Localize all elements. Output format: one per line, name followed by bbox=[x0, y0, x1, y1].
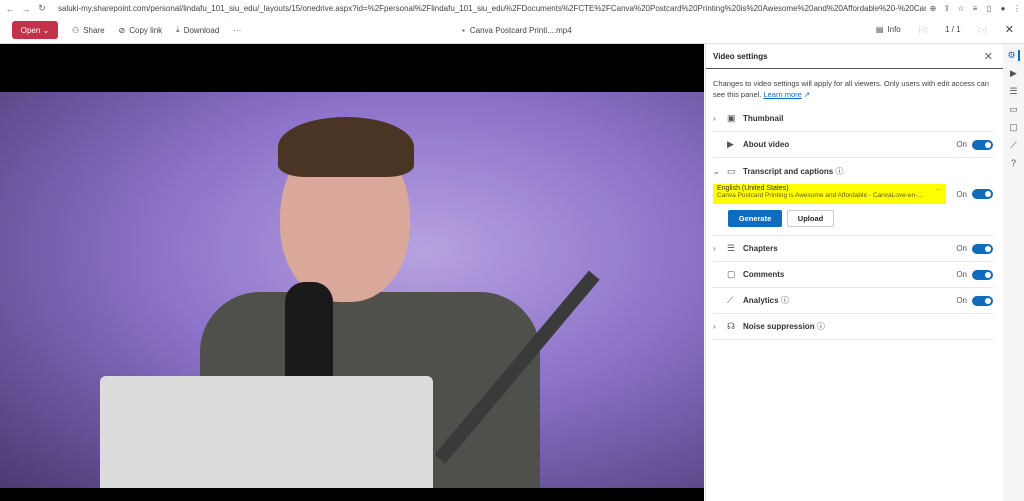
comment-icon: ▢ bbox=[727, 269, 736, 279]
chevron-right-icon: › bbox=[713, 114, 716, 123]
link-icon: ⊘ bbox=[118, 25, 126, 35]
noise-suppression-row[interactable]: › ☊ Noise suppression ⓘ bbox=[713, 314, 993, 340]
more-options-icon[interactable]: ··· bbox=[936, 186, 943, 193]
chevron-down-icon: ⌄ bbox=[713, 166, 720, 176]
captions-rail-icon[interactable]: ▭ bbox=[1009, 104, 1018, 115]
viewer-toolbar: Open ⌄ ⚇ Share ⊘ Copy link ⤓ Download ··· ▪… bbox=[0, 17, 1024, 44]
menu-icon[interactable]: ⋮ bbox=[1010, 4, 1024, 13]
chapters-rail-icon[interactable]: ☰ bbox=[1009, 86, 1017, 97]
video-file-icon: ▪ bbox=[462, 26, 465, 35]
info-icon: ▤ bbox=[875, 25, 884, 34]
reload-icon[interactable]: ↻ bbox=[36, 3, 48, 14]
next-icon[interactable]: ▷| bbox=[979, 25, 987, 34]
back-icon[interactable]: ← bbox=[4, 4, 16, 14]
extension-icon[interactable]: ⊕ bbox=[926, 4, 940, 13]
captions-icon: ▭ bbox=[727, 165, 736, 176]
download-icon: ⤓ bbox=[176, 25, 180, 34]
analytics-toggle[interactable] bbox=[972, 295, 993, 306]
image-icon: ▣ bbox=[727, 113, 736, 123]
captions-toggle[interactable] bbox=[972, 189, 993, 199]
about-video-row: ▶ About video On bbox=[713, 132, 993, 158]
page-counter: 1 / 1 bbox=[944, 25, 961, 34]
previous-icon[interactable]: |◁ bbox=[919, 25, 927, 34]
info-icon: ⓘ bbox=[780, 296, 789, 305]
play-rail-icon[interactable]: ▶ bbox=[1010, 68, 1017, 79]
generate-button[interactable]: Generate bbox=[728, 210, 782, 227]
video-frame bbox=[0, 92, 704, 488]
browser-address-bar: ← → ↻ saluki-my.sharepoint.com/personal/… bbox=[0, 0, 1024, 17]
forward-icon[interactable]: → bbox=[20, 4, 32, 14]
settings-rail-icon[interactable]: ⚙ bbox=[1007, 50, 1020, 61]
chart-icon: ⟋ bbox=[727, 295, 734, 305]
about-video-toggle[interactable] bbox=[972, 139, 993, 150]
video-player[interactable] bbox=[0, 44, 704, 501]
comments-toggle[interactable] bbox=[972, 269, 993, 280]
chapters-icon: ☰ bbox=[727, 243, 736, 253]
play-icon: ▶ bbox=[727, 139, 734, 149]
side-rail: ⚙ ▶ ☰ ▭ ▢ ⟋ ? bbox=[1003, 44, 1024, 501]
share-button[interactable]: ⚇ Share bbox=[72, 26, 105, 35]
share-icon: ⚇ bbox=[72, 25, 80, 35]
chevron-right-icon: › bbox=[713, 322, 716, 331]
url-field[interactable]: saluki-my.sharepoint.com/personal/lindaf… bbox=[58, 4, 926, 13]
learn-more-link[interactable]: Learn more bbox=[763, 90, 801, 99]
panel-description: Changes to video settings will apply for… bbox=[713, 79, 989, 99]
analytics-rail-icon[interactable]: ⟋ bbox=[1010, 140, 1016, 151]
noise-suppression-icon: ☊ bbox=[727, 321, 735, 331]
profile-icon[interactable]: ● bbox=[996, 4, 1010, 13]
download-button[interactable]: ⤓ Download bbox=[176, 25, 219, 35]
info-button[interactable]: ▤ Info bbox=[876, 25, 901, 34]
reading-list-icon[interactable]: ≡ bbox=[968, 4, 982, 13]
sidebar-toggle-icon[interactable]: ▯ bbox=[982, 4, 996, 13]
share-page-icon[interactable]: ⇪ bbox=[940, 4, 954, 13]
comments-row: ▢ Comments On bbox=[713, 262, 993, 288]
external-link-icon: ↗ bbox=[803, 90, 811, 99]
open-button[interactable]: Open ⌄ bbox=[12, 21, 58, 39]
upload-button[interactable]: Upload bbox=[787, 210, 834, 227]
transcript-row[interactable]: ⌄ ▭ Transcript and captions ⓘ bbox=[713, 158, 993, 184]
video-settings-panel: Video settings ✕ Changes to video setting… bbox=[705, 44, 1003, 501]
file-title: ▪ Canva Postcard Printi....mp4 bbox=[462, 26, 572, 35]
more-button[interactable]: ··· bbox=[233, 26, 241, 35]
caption-track[interactable]: English (United States) Canva Postcard P… bbox=[713, 184, 946, 204]
chevron-right-icon: › bbox=[713, 244, 716, 253]
analytics-row: ⟋ Analytics ⓘ On bbox=[713, 288, 993, 314]
bookmark-star-icon[interactable]: ☆ bbox=[954, 4, 968, 13]
info-icon: ⓘ bbox=[835, 166, 844, 176]
person-hair bbox=[278, 117, 414, 177]
laptop bbox=[100, 376, 433, 488]
help-rail-icon[interactable]: ? bbox=[1011, 158, 1016, 168]
close-icon[interactable]: ✕ bbox=[1005, 23, 1014, 36]
comment-rail-icon[interactable]: ▢ bbox=[1009, 122, 1018, 133]
info-icon: ⓘ bbox=[816, 322, 825, 331]
chapters-row[interactable]: › ☰ Chapters On bbox=[713, 236, 993, 262]
chapters-toggle[interactable] bbox=[972, 243, 993, 254]
copy-link-button[interactable]: ⊘ Copy link bbox=[119, 26, 163, 35]
panel-title: Video settings bbox=[713, 51, 768, 61]
caption-section: English (United States) Canva Postcard P… bbox=[713, 184, 993, 236]
close-panel-icon[interactable]: ✕ bbox=[984, 50, 993, 63]
thumbnail-row[interactable]: › ▣ Thumbnail bbox=[713, 106, 993, 132]
